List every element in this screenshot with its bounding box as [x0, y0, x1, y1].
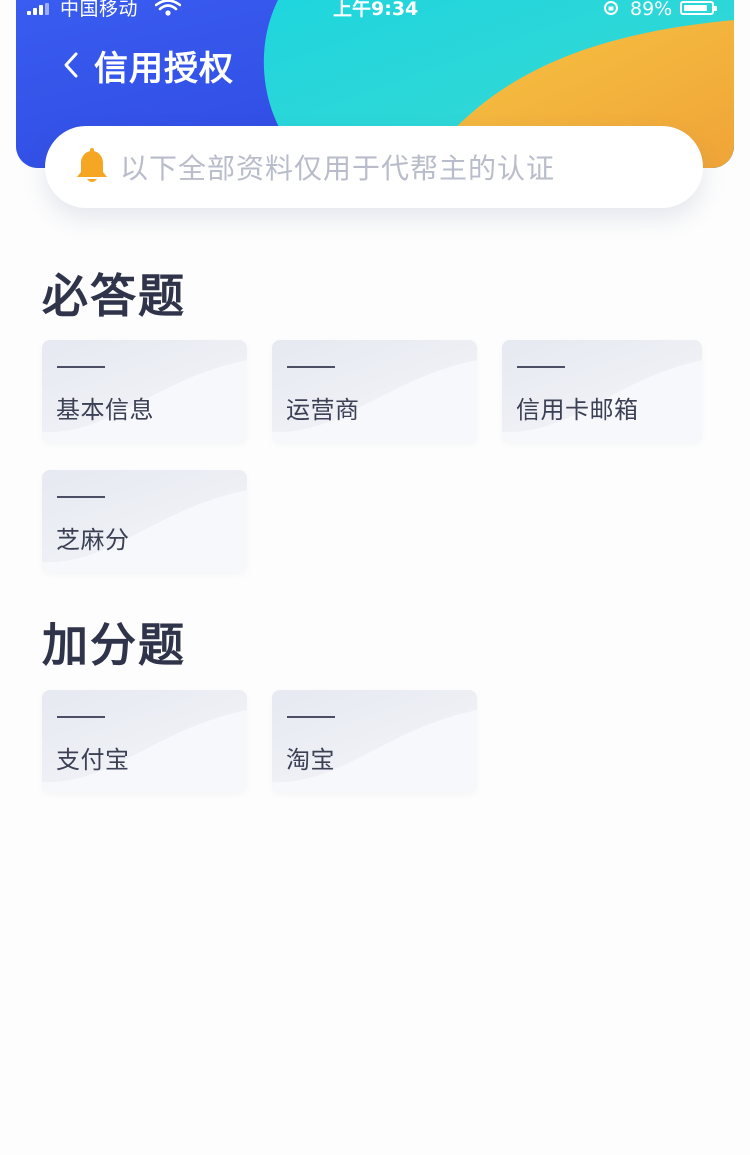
card-label: 淘宝	[286, 746, 335, 774]
card-label: 信用卡邮箱	[516, 396, 639, 424]
wifi-icon	[154, 0, 182, 19]
card-dash	[287, 716, 335, 718]
card-alipay[interactable]: 支付宝	[42, 690, 247, 793]
battery-percent: 89%	[630, 0, 673, 20]
card-label: 支付宝	[56, 746, 130, 774]
rotation-lock-icon	[602, 0, 622, 19]
clock-time: 上午9:34	[333, 0, 419, 20]
card-dash	[57, 366, 105, 368]
carrier-name: 中国移动	[60, 0, 139, 20]
card-dash	[57, 716, 105, 718]
bell-icon	[74, 147, 110, 187]
notice-banner: 以下全部资料仅用于代帮主的认证	[45, 126, 703, 208]
notice-text: 以下全部资料仅用于代帮主的认证	[120, 152, 556, 185]
back-chevron-icon[interactable]	[60, 45, 88, 85]
card-basic-info[interactable]: 基本信息	[42, 340, 247, 443]
battery-fill	[684, 5, 708, 11]
section-title-bonus: 加分题	[42, 618, 186, 672]
navigation-bar: 信用授权	[60, 40, 234, 90]
card-dash	[517, 366, 565, 368]
card-label: 运营商	[286, 396, 360, 424]
card-dash	[287, 366, 335, 368]
battery-icon	[680, 1, 717, 15]
card-label: 基本信息	[56, 396, 154, 424]
card-taobao[interactable]: 淘宝	[272, 690, 477, 793]
card-sesame-score[interactable]: 芝麻分	[42, 470, 247, 573]
status-bar: 中国移动 上午9:34 89%	[0, 0, 750, 22]
signal-icon	[27, 3, 55, 15]
section-title-required: 必答题	[42, 269, 186, 323]
card-credit-card-email[interactable]: 信用卡邮箱	[502, 340, 702, 443]
card-label: 芝麻分	[56, 526, 130, 554]
card-carrier[interactable]: 运营商	[272, 340, 477, 443]
card-dash	[57, 496, 105, 498]
page-title: 信用授权	[94, 48, 234, 89]
